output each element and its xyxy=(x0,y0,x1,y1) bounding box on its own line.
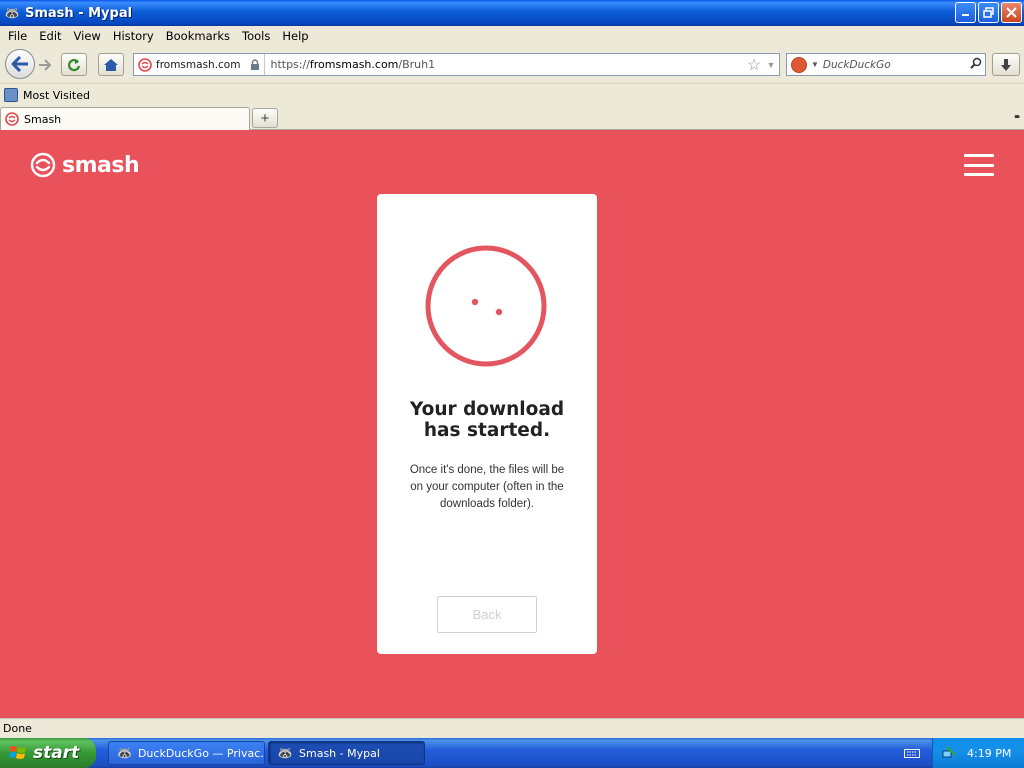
smash-favicon-icon xyxy=(5,112,19,126)
forward-arrow-icon xyxy=(39,59,52,71)
page-content: smash Your download has started. Once it… xyxy=(0,130,1024,718)
taskbar-item-label: DuckDuckGo — Privac... xyxy=(137,746,265,760)
window-title: Smash - Mypal xyxy=(25,5,133,21)
menu-view[interactable]: View xyxy=(68,29,107,43)
downloads-button[interactable] xyxy=(992,53,1020,76)
keyboard-icon[interactable] xyxy=(902,745,922,761)
search-input[interactable]: DuckDuckGo xyxy=(823,59,967,71)
taskbar: start 🦝 DuckDuckGo — Privac... 🦝 Smash -… xyxy=(0,738,1024,768)
menu-edit[interactable]: Edit xyxy=(33,29,67,43)
url-dropdown-icon[interactable]: ▼ xyxy=(763,60,779,70)
mypal-app-icon: 🦝 xyxy=(277,746,293,760)
new-tab-button[interactable]: + xyxy=(252,108,278,128)
most-visited-folder-icon xyxy=(4,88,18,102)
face-circle-icon xyxy=(425,245,547,367)
url-path: /Bruh1 xyxy=(398,58,436,71)
heading-line-2: has started. xyxy=(423,420,551,441)
brand-name: smash xyxy=(62,152,140,178)
tab-strip: Smash + ▪▪ xyxy=(0,105,1024,130)
search-icon[interactable] xyxy=(967,57,985,72)
back-arrow-icon xyxy=(11,56,28,72)
menu-history[interactable]: History xyxy=(107,29,160,43)
lock-icon xyxy=(251,59,260,70)
all-tabs-icon[interactable]: ▪▪ xyxy=(1014,111,1020,123)
description-line-2: on your computer (often in the xyxy=(410,481,564,493)
back-button[interactable] xyxy=(5,49,35,79)
duckduckgo-icon[interactable] xyxy=(791,56,807,73)
menu-help[interactable]: Help xyxy=(276,29,314,43)
url-scheme: https:// xyxy=(270,58,310,71)
tab-label: Smash xyxy=(24,112,62,126)
smash-logo-icon xyxy=(30,152,56,178)
bookmark-star-icon[interactable]: ☆ xyxy=(745,55,763,75)
reload-icon xyxy=(67,58,81,71)
site-domain-label: fromsmash.com xyxy=(156,58,241,71)
smash-favicon-icon xyxy=(138,57,152,72)
navigation-toolbar: fromsmash.com https://fromsmash.com/Bruh… xyxy=(0,46,1024,84)
menu-bar: File Edit View History Bookmarks Tools H… xyxy=(0,26,1024,46)
close-button[interactable] xyxy=(1001,2,1022,23)
window-controls xyxy=(955,2,1022,23)
close-icon xyxy=(1006,7,1017,18)
taskbar-item-smash[interactable]: 🦝 Smash - Mypal xyxy=(268,741,425,765)
taskbar-item-label: Smash - Mypal xyxy=(299,746,380,760)
windows-logo-icon xyxy=(9,746,26,759)
minimize-button[interactable] xyxy=(955,2,976,23)
address-bar[interactable]: fromsmash.com https://fromsmash.com/Bruh… xyxy=(133,53,780,76)
search-engine-dropdown-icon[interactable]: ▼ xyxy=(811,60,819,69)
home-icon xyxy=(104,58,118,71)
network-icon[interactable] xyxy=(941,745,957,761)
mypal-app-icon: 🦝 xyxy=(4,6,20,20)
home-button[interactable] xyxy=(98,53,124,76)
url-input[interactable]: https://fromsmash.com/Bruh1 xyxy=(265,58,745,71)
bookmark-most-visited[interactable]: Most Visited xyxy=(23,89,90,102)
url-host: fromsmash.com xyxy=(309,58,399,71)
description-line-1: Once it's done, the files will be xyxy=(409,464,565,476)
heading-line-1: Your download xyxy=(409,399,565,420)
description-line-3: downloads folder). xyxy=(440,498,534,510)
status-bar: Done xyxy=(0,718,1024,738)
clock[interactable]: 4:19 PM xyxy=(967,747,1011,760)
plus-icon: + xyxy=(260,109,270,127)
download-arrow-icon xyxy=(1001,58,1011,71)
window-title-bar: 🦝 Smash - Mypal xyxy=(0,0,1024,26)
start-label: start xyxy=(33,743,80,763)
start-button[interactable]: start xyxy=(0,738,96,768)
tab-smash[interactable]: Smash xyxy=(0,107,250,130)
site-identity-box[interactable]: fromsmash.com xyxy=(134,54,266,75)
reload-button[interactable] xyxy=(61,53,87,76)
menu-bookmarks[interactable]: Bookmarks xyxy=(160,29,236,43)
download-heading: Your download has started. xyxy=(377,399,597,441)
menu-tools[interactable]: Tools xyxy=(236,29,276,43)
system-tray: 4:19 PM xyxy=(932,738,1024,768)
mypal-app-icon: 🦝 xyxy=(117,746,132,760)
search-bar[interactable]: ▼ DuckDuckGo xyxy=(786,53,986,76)
minimize-icon xyxy=(962,14,969,16)
restore-icon xyxy=(983,7,994,18)
smash-logo[interactable]: smash xyxy=(30,152,140,178)
forward-button[interactable] xyxy=(34,54,56,76)
restore-button[interactable] xyxy=(978,2,999,23)
bookmarks-toolbar: Most Visited xyxy=(0,85,1024,105)
taskbar-item-duckduckgo[interactable]: 🦝 DuckDuckGo — Privac... xyxy=(108,741,265,765)
download-description: Once it's done, the files will be on you… xyxy=(391,462,583,513)
status-text: Done xyxy=(3,722,32,735)
back-page-button[interactable]: Back xyxy=(437,596,537,633)
menu-file[interactable]: File xyxy=(2,29,33,43)
download-card: Your download has started. Once it's don… xyxy=(377,194,597,654)
hamburger-menu-icon[interactable] xyxy=(964,154,994,176)
